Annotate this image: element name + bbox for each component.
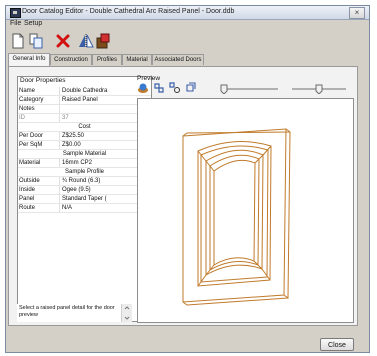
tab-material[interactable]: Material <box>122 54 152 65</box>
door-properties-grid[interactable]: Door Properties Name Double Cathedra Categ… <box>17 76 152 322</box>
preview-label: Preview <box>137 75 161 82</box>
menu-setup[interactable]: Setup <box>24 20 42 27</box>
property-row[interactable]: Route N/A <box>18 204 151 213</box>
window-title: Door Catalog Editor - Double Cathedral A… <box>22 8 235 15</box>
copy-document-icon[interactable] <box>28 33 44 49</box>
zoom-icon[interactable] <box>169 82 181 94</box>
property-key: Notes <box>19 105 60 113</box>
tab-construction[interactable]: Construction <box>50 54 92 65</box>
property-key: Per Door <box>19 132 60 140</box>
window-close-button[interactable]: × <box>349 7 365 19</box>
title-bar: Door Catalog Editor - Double Cathedral A… <box>6 6 369 20</box>
property-row[interactable]: Per Door Z$25.50 <box>18 132 151 141</box>
slider-thumb[interactable] <box>315 84 323 94</box>
properties-header: Door Properties <box>20 77 66 84</box>
delete-icon[interactable] <box>55 33 71 49</box>
property-row[interactable]: Inside Ogee (9.5) <box>18 186 151 195</box>
move-icon[interactable] <box>153 82 165 94</box>
tab-general-info[interactable]: General Info <box>8 53 50 66</box>
property-row[interactable]: Per SqM Z$0.00 <box>18 141 151 150</box>
property-row[interactable]: ID 37 <box>18 114 151 123</box>
scroll-arrows-icon <box>124 306 130 320</box>
app-icon <box>10 8 21 18</box>
menu-bar: File Setup <box>6 19 369 30</box>
mirror-icon[interactable] <box>78 33 94 49</box>
door-preview-drawing <box>182 128 291 306</box>
help-scrollbar[interactable] <box>121 304 132 322</box>
property-key: Route <box>19 204 60 212</box>
property-key: Material <box>19 159 60 167</box>
property-key: Category <box>19 96 60 104</box>
property-row[interactable]: Outside ¾ Round (6.3) <box>18 177 151 186</box>
property-key: Name <box>19 87 60 95</box>
new-document-icon[interactable] <box>10 33 26 49</box>
property-key: Panel <box>19 195 60 203</box>
property-row[interactable]: Material 16mm CP2 <box>18 159 151 168</box>
toolbar <box>6 30 369 52</box>
tab-associated-doors[interactable]: Associated Doors <box>152 54 204 65</box>
slider-thumb[interactable] <box>220 84 228 94</box>
property-row[interactable]: Category Raised Panel <box>18 96 151 105</box>
property-section[interactable]: Sample Profile <box>18 168 151 177</box>
preview-slider-1[interactable] <box>218 84 280 94</box>
menu-file[interactable]: File <box>10 20 21 27</box>
tab-profiles[interactable]: Profiles <box>92 54 122 65</box>
close-button[interactable]: Close <box>320 338 354 351</box>
rotate-icon[interactable] <box>185 82 197 94</box>
render-icon[interactable] <box>137 82 149 94</box>
property-row[interactable]: Name Double Cathedra <box>18 87 151 96</box>
property-key: Per SqM <box>19 141 60 149</box>
property-row[interactable]: Panel Standard Taper ( <box>18 195 151 204</box>
property-row[interactable]: Notes <box>18 105 151 114</box>
property-key: ID <box>19 114 60 122</box>
help-text: Select a raised panel detail for the doo… <box>17 304 121 322</box>
preview-canvas[interactable] <box>137 98 354 323</box>
import-icon[interactable] <box>96 33 112 49</box>
property-key: Inside <box>19 186 60 194</box>
property-key: Outside <box>19 177 60 185</box>
preview-slider-2[interactable] <box>290 84 348 94</box>
property-section[interactable]: Cost <box>18 123 151 132</box>
property-section[interactable]: Sample Material <box>18 150 151 159</box>
